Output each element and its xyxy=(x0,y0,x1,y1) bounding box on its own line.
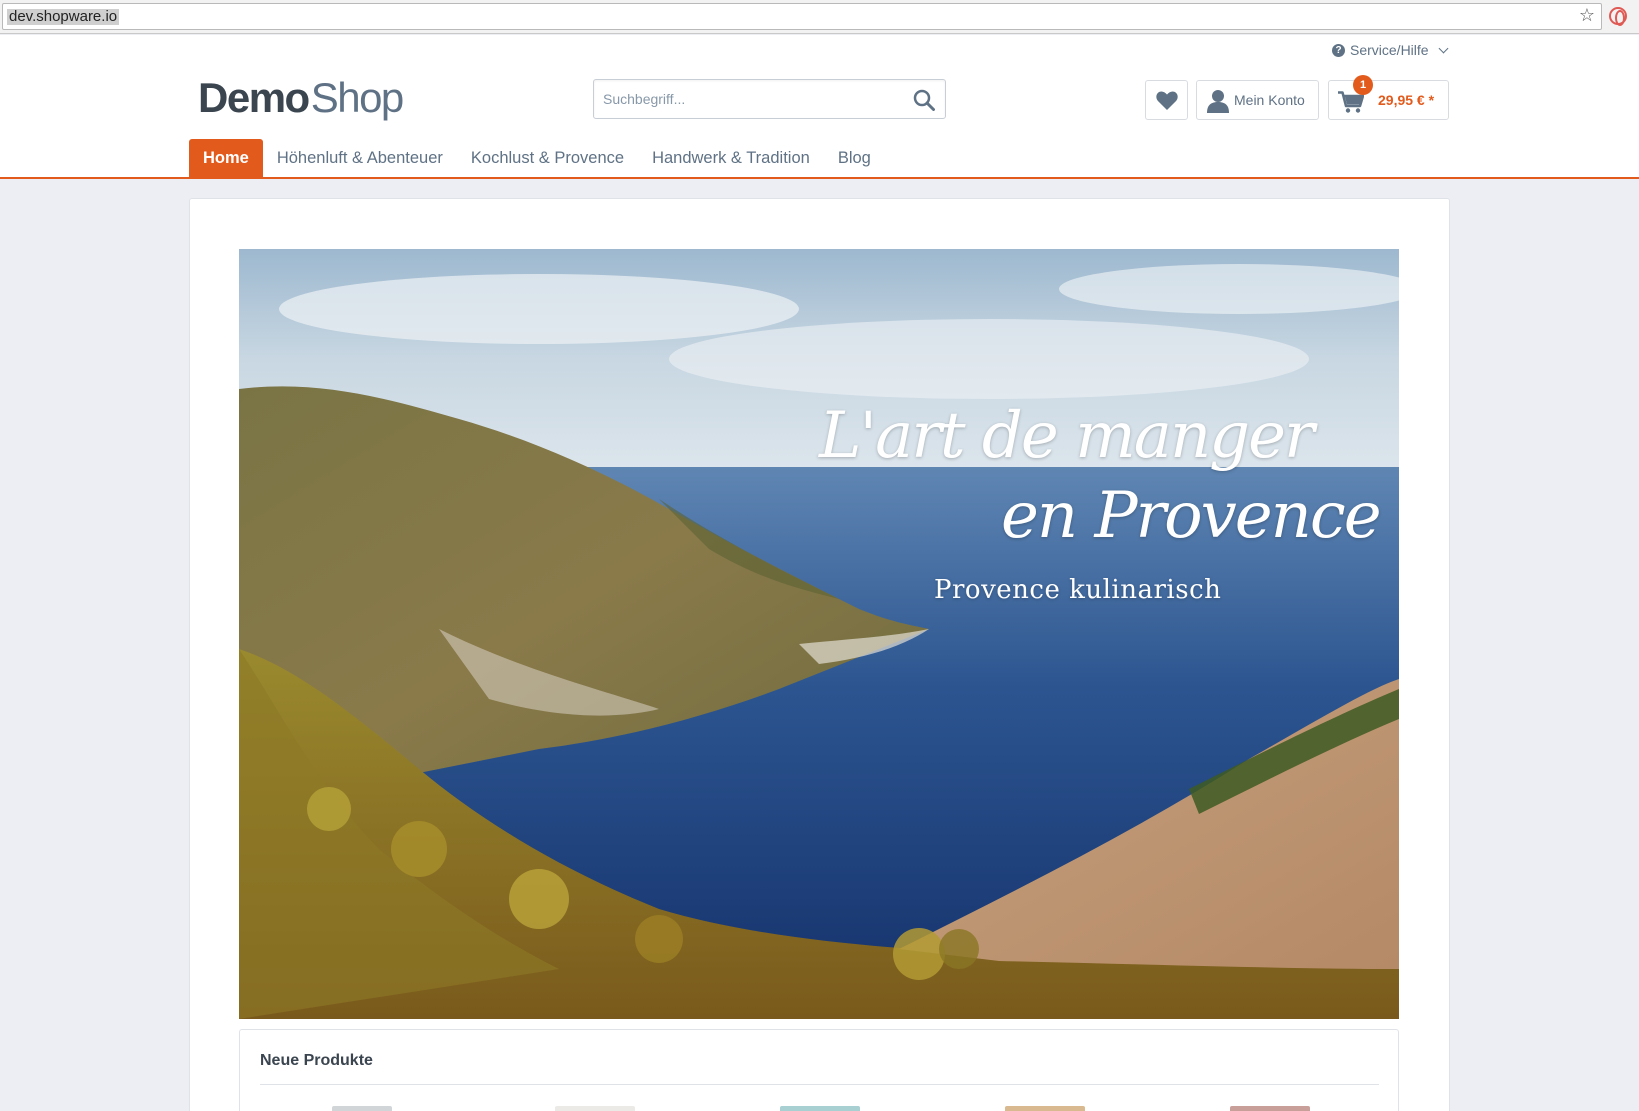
banner-landscape-image xyxy=(239,249,1399,1019)
nav-item-handwerk[interactable]: Handwerk & Tradition xyxy=(638,139,824,177)
browser-toolbar: dev.shopware.io ☆ xyxy=(0,0,1639,34)
cart-total: 29,95 € * xyxy=(1378,92,1435,108)
user-icon xyxy=(1207,90,1229,113)
main-navigation: Home Höhenluft & Abenteuer Kochlust & Pr… xyxy=(189,139,885,177)
logo-demo-text: Demo xyxy=(198,74,310,121)
address-bar[interactable]: dev.shopware.io ☆ xyxy=(2,3,1602,30)
wishlist-button[interactable] xyxy=(1145,80,1188,120)
help-circle-icon: ? xyxy=(1332,43,1345,57)
product-thumbnail[interactable] xyxy=(1230,1106,1310,1111)
cart-button[interactable]: 1 29,95 € * xyxy=(1328,75,1449,120)
banner-title-line2: en Provence xyxy=(1001,479,1382,553)
nav-item-hoehenluft[interactable]: Höhenluft & Abenteuer xyxy=(263,139,457,177)
heart-icon xyxy=(1156,91,1178,110)
product-thumbnail[interactable] xyxy=(332,1106,392,1111)
section-title: Neue Produkte xyxy=(260,1052,373,1069)
search-button[interactable] xyxy=(903,80,945,118)
account-label: Mein Konto xyxy=(1234,92,1305,108)
banner-subtitle: Provence kulinarisch xyxy=(934,575,1222,605)
nav-item-blog[interactable]: Blog xyxy=(824,139,885,177)
product-thumbnail[interactable] xyxy=(780,1106,860,1111)
nav-item-home[interactable]: Home xyxy=(189,139,263,177)
banner-title-line1: L'art de manger xyxy=(819,399,1315,473)
search-icon xyxy=(913,89,935,111)
search-input[interactable] xyxy=(594,80,894,118)
logo-shop-text: Shop xyxy=(310,74,405,121)
new-products-section: Neue Produkte xyxy=(239,1029,1399,1111)
shop-header: ? Service/Hilfe DemoShop Mein Konto xyxy=(0,35,1639,179)
product-thumbnail[interactable] xyxy=(1005,1106,1085,1111)
product-thumbnail[interactable] xyxy=(555,1106,635,1111)
opera-icon[interactable] xyxy=(1609,7,1627,26)
hero-banner[interactable]: L'art de manger en Provence Provence kul… xyxy=(239,249,1399,1019)
account-button[interactable]: Mein Konto xyxy=(1196,80,1319,120)
section-divider xyxy=(260,1084,1379,1085)
search-box xyxy=(593,79,946,119)
service-menu[interactable]: ? Service/Hilfe xyxy=(1332,42,1449,58)
star-icon[interactable]: ☆ xyxy=(1579,5,1595,26)
service-label: Service/Hilfe xyxy=(1350,42,1429,58)
url-text[interactable]: dev.shopware.io xyxy=(7,9,120,25)
cart-count-badge: 1 xyxy=(1353,75,1373,95)
shop-logo[interactable]: DemoShop xyxy=(198,74,405,121)
nav-item-kochlust[interactable]: Kochlust & Provence xyxy=(457,139,638,177)
chevron-down-icon xyxy=(1438,43,1449,53)
